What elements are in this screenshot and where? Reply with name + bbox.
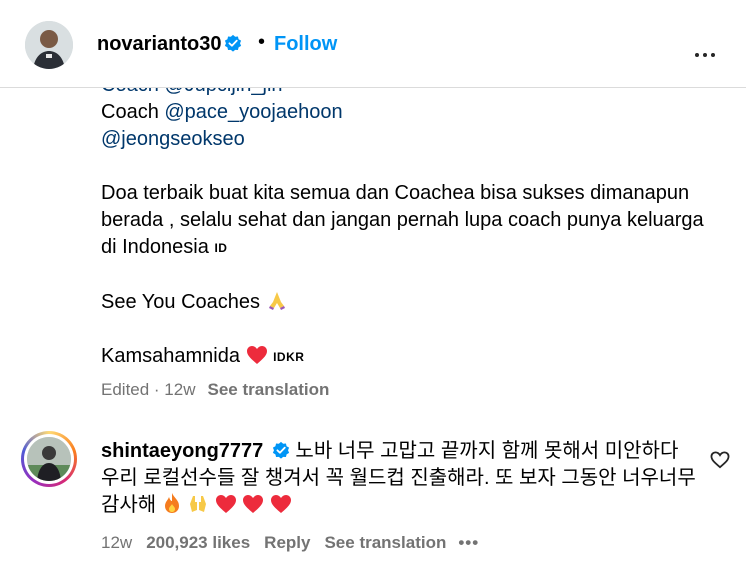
like-comment-heart-icon[interactable] <box>710 451 730 469</box>
caption-kamsa: Kamsahamnida IDKR <box>101 343 721 371</box>
heart-emoji-icon <box>246 346 267 364</box>
author-avatar[interactable] <box>25 21 73 69</box>
praying-hands-icon <box>268 292 285 310</box>
mention-link[interactable]: @pace_yoojaehoon <box>164 101 342 123</box>
comment-more-icon[interactable]: ••• <box>458 533 479 552</box>
more-options-icon[interactable] <box>695 44 719 62</box>
dot <box>695 53 699 57</box>
see-you-text: See You Coaches <box>101 291 261 313</box>
caption-coach-label: Coach <box>101 101 165 123</box>
separator-dot: • <box>258 31 266 53</box>
comment-age: 12w <box>101 533 133 552</box>
edited-timestamp: Edited · 12w <box>101 380 196 399</box>
comment-meta: 12w 200,923 likes Reply See translation ••• <box>101 533 479 553</box>
kamsa-text: Kamsahamnida <box>101 345 240 367</box>
caption-paragraph: Doa terbaik buat kita semua dan Coachea … <box>101 180 721 262</box>
commenter-avatar-photo <box>27 437 71 481</box>
heart-emoji-icon <box>243 495 264 513</box>
post-meta: Edited · 12w See translation <box>101 380 329 400</box>
raising-hands-icon <box>190 496 207 512</box>
caption-paragraph-text: Doa terbaik buat kita semua dan Coachea … <box>101 182 710 258</box>
commenter-username[interactable]: shintaeyong7777 <box>101 440 263 462</box>
commenter-avatar[interactable] <box>21 431 77 487</box>
caption-see-you: See You Coaches <box>101 289 721 316</box>
caption-line-coach: Coach @pace_yoojaehoon <box>101 99 721 126</box>
avatar-photo <box>25 21 73 69</box>
comment-see-translation-button[interactable]: See translation <box>324 533 446 552</box>
dot <box>711 53 715 57</box>
commenter-avatar-inner <box>24 434 74 484</box>
fire-icon <box>164 493 179 513</box>
commenter-photo <box>27 437 71 481</box>
flag-idkr-icon: IDKR <box>273 350 305 364</box>
follow-button[interactable]: Follow <box>274 33 337 56</box>
heart-emoji-icon <box>215 495 236 513</box>
heart-emoji-icon <box>271 495 292 513</box>
dot <box>703 53 707 57</box>
flag-id-icon: ID <box>214 241 228 255</box>
comment-likes-link[interactable]: 200,923 likes <box>146 533 250 552</box>
post-caption: Coach @Jupcijin_jin Coach @pace_yoojaeho… <box>101 72 721 371</box>
reply-button[interactable]: Reply <box>264 533 310 552</box>
author-username-text[interactable]: novarianto30 <box>97 33 221 55</box>
author-username[interactable]: novarianto30 <box>97 33 242 56</box>
mention-link[interactable]: @jeongseokseo <box>101 126 721 153</box>
verified-badge-icon <box>225 34 242 52</box>
verified-badge-icon <box>272 441 289 459</box>
post-header: novarianto30 • Follow <box>0 0 746 88</box>
comment-body: shintaeyong7777 노바 너무 고맙고 끝까지 함께 못해서 미안하… <box>101 438 701 519</box>
see-translation-button[interactable]: See translation <box>208 380 330 399</box>
